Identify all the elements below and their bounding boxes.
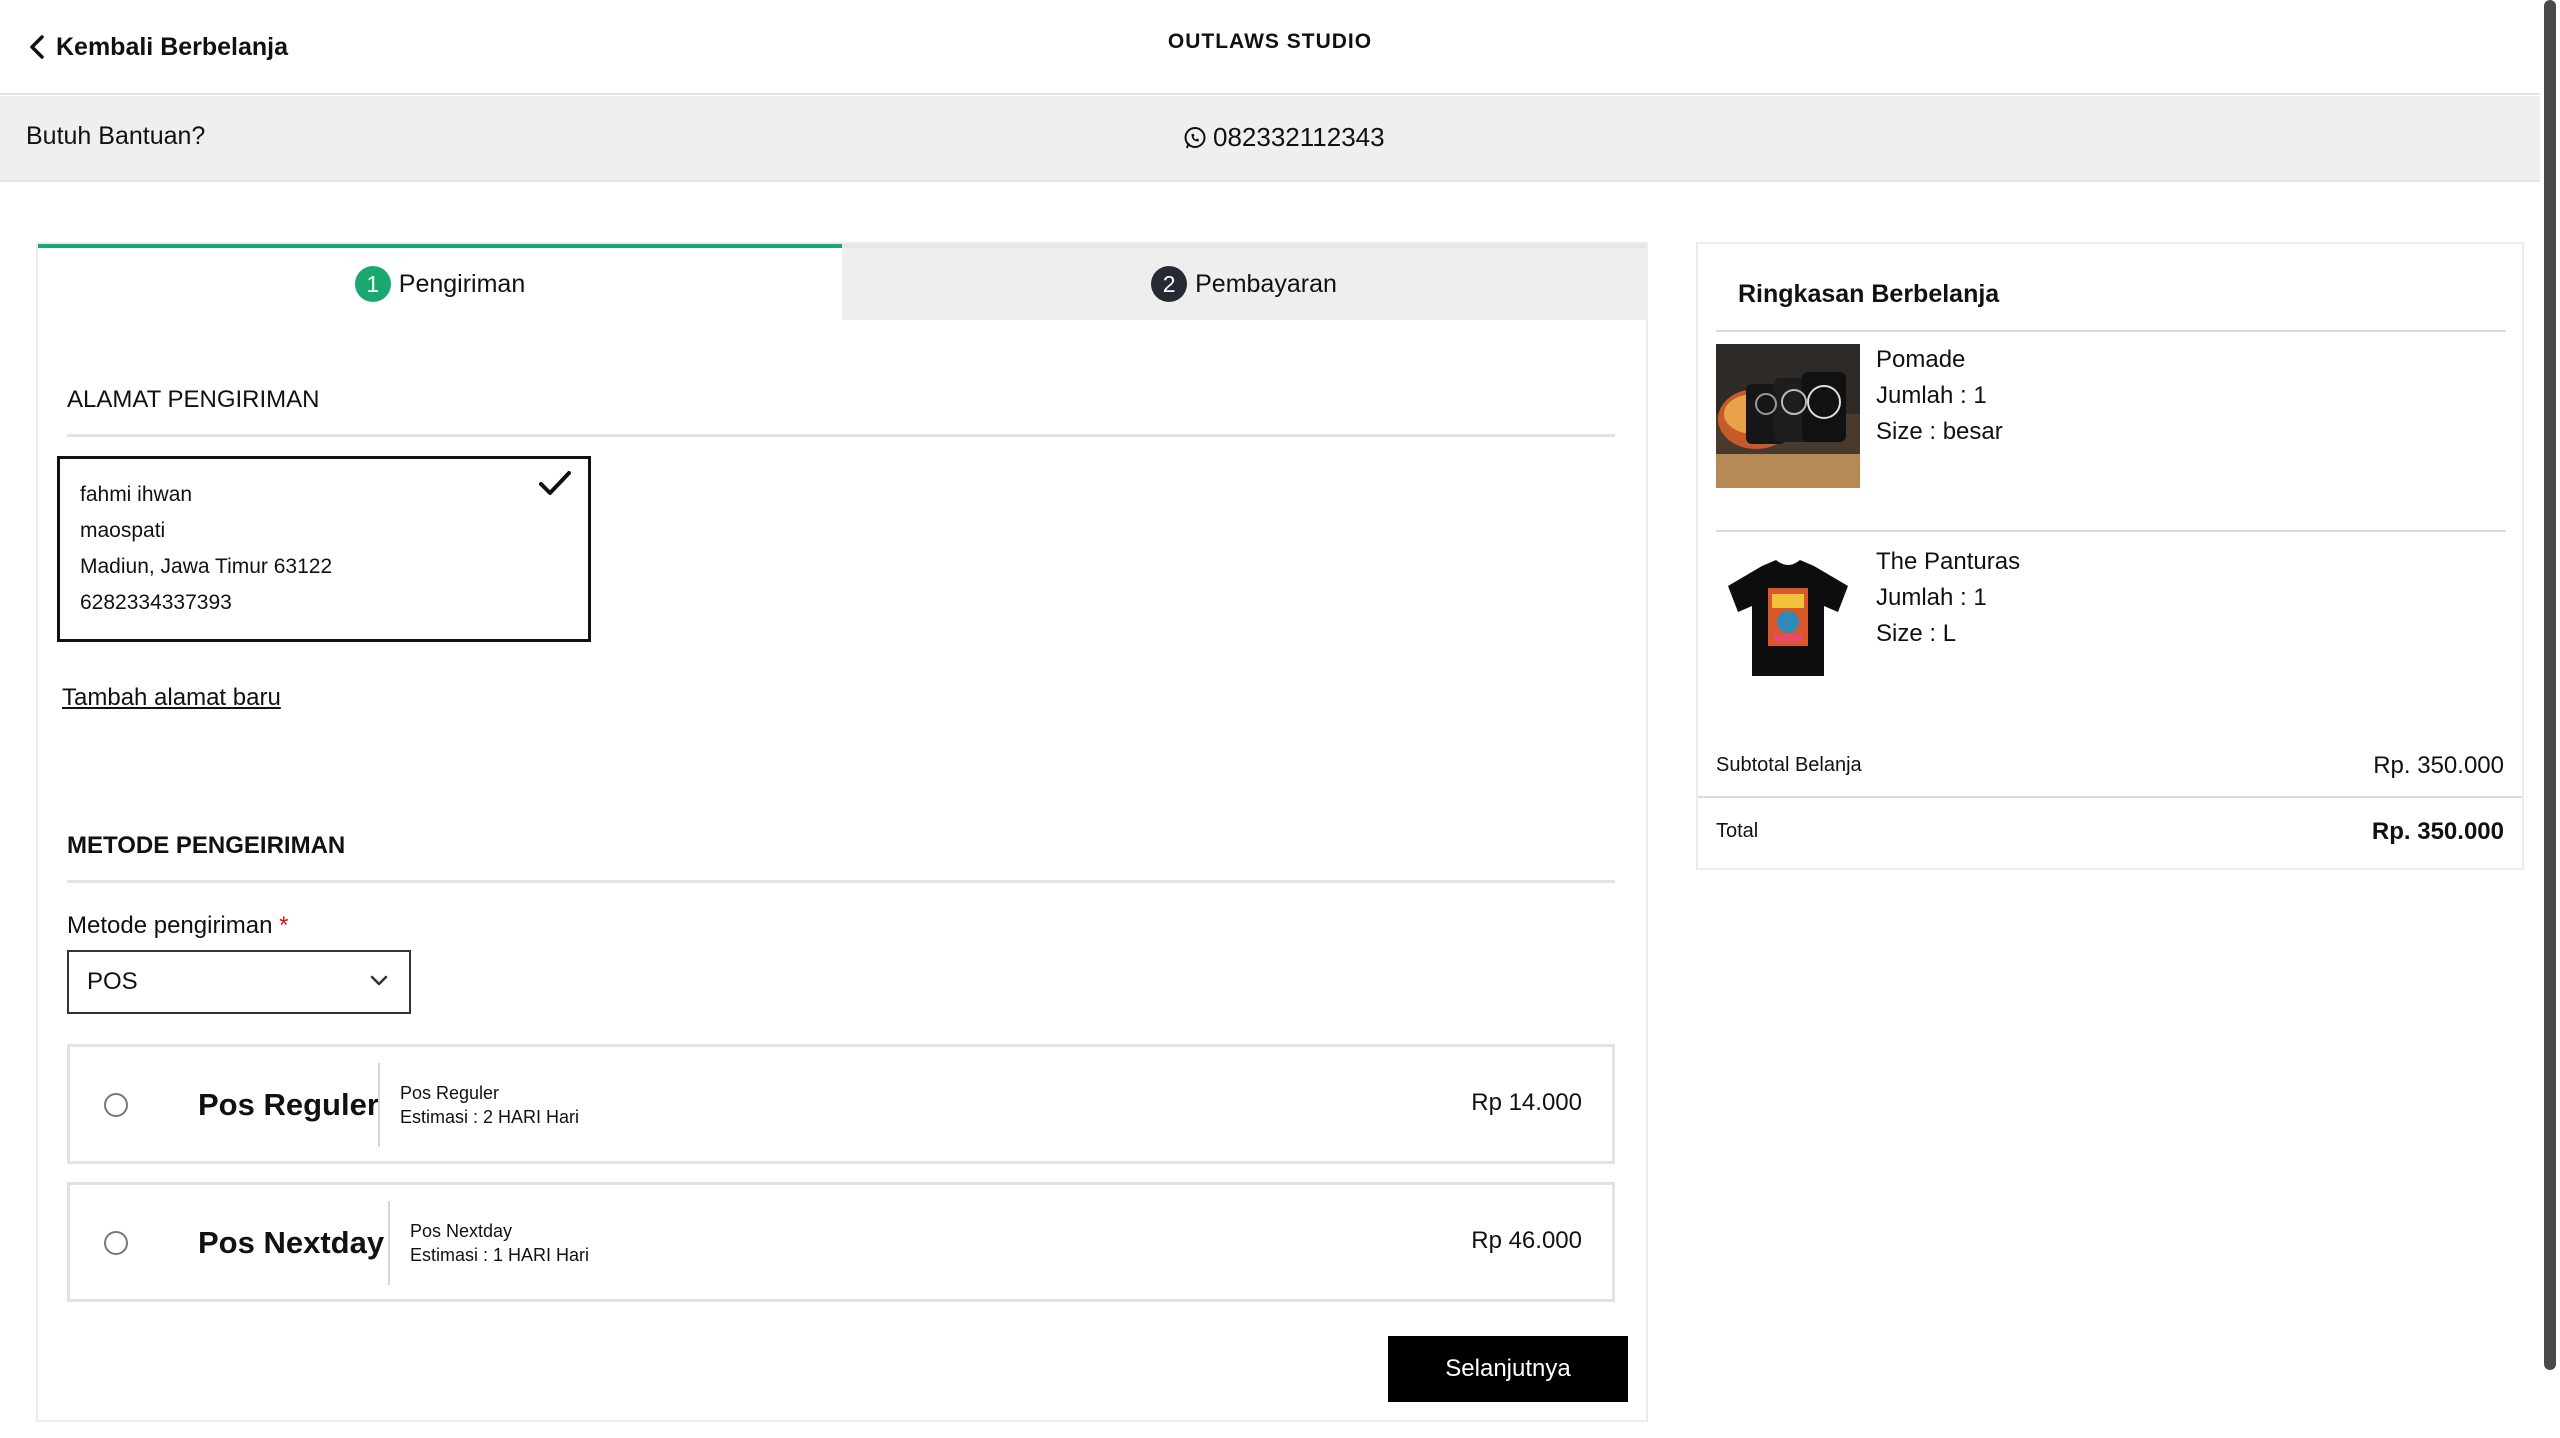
divider <box>67 880 1615 883</box>
summary-item-the-panturas: The Panturas Jumlah : 1 Size : L <box>1876 544 2020 652</box>
checkout-form-panel: 1 Pengiriman 2 Pembayaran ALAMAT PENGIRI… <box>36 242 1648 1422</box>
tshirt-image <box>1716 548 1860 692</box>
top-header: Kembali Berbelanja OUTLAWS STUDIO <box>0 0 2540 95</box>
divider <box>67 434 1615 437</box>
whatsapp-icon <box>1184 126 1206 148</box>
item-name: The Panturas <box>1876 548 2021 575</box>
option-details: Pos Reguler Estimasi : 2 HARI Hari <box>400 1081 579 1129</box>
option-price: Rp 46.000 <box>1471 1227 1582 1254</box>
field-label-text: Metode pengiriman <box>67 912 273 939</box>
option-service: Pos Nextday <box>410 1221 513 1241</box>
help-phone-number: 082332112343 <box>1213 122 1385 152</box>
scrollbar-thumb[interactable] <box>2544 0 2556 1370</box>
checkmark-icon <box>539 471 571 495</box>
divider <box>1716 530 2506 532</box>
summary-title: Ringkasan Berbelanja <box>1738 280 2000 308</box>
option-service: Pos Reguler <box>400 1083 500 1103</box>
select-value: POS <box>87 968 138 995</box>
shipping-option-radio[interactable] <box>104 1093 128 1117</box>
chevron-down-icon <box>370 975 388 986</box>
option-price: Rp 14.000 <box>1471 1089 1582 1116</box>
checkout-steps: 1 Pengiriman 2 Pembayaran <box>38 244 1646 320</box>
total-label: Total <box>1716 820 1759 842</box>
item-size: Size : L <box>1876 620 1957 647</box>
add-new-address-link[interactable]: Tambah alamat baru <box>62 684 281 712</box>
shipping-option-pos-nextday[interactable]: Pos Nextday Pos Nextday Estimasi : 1 HAR… <box>67 1182 1615 1302</box>
help-phone-link[interactable]: 082332112343 <box>1183 122 1385 153</box>
item-name: Pomade <box>1876 346 1966 373</box>
address-city: Madiun, Jawa Timur 63122 <box>80 555 333 578</box>
tab-label: Pembayaran <box>1195 269 1337 298</box>
tab-label: Pengiriman <box>398 269 526 298</box>
pomade-image <box>1716 344 1860 488</box>
required-mark: * <box>279 912 289 939</box>
option-estimate: Estimasi : 1 HARI Hari <box>410 1245 590 1265</box>
option-separator <box>378 1063 380 1147</box>
shipping-option-pos-reguler[interactable]: Pos Reguler Pos Reguler Estimasi : 2 HAR… <box>67 1044 1615 1164</box>
item-qty: Jumlah : 1 <box>1876 382 1987 409</box>
item-size: Size : besar <box>1876 418 2003 445</box>
option-name: Pos Reguler <box>198 1087 379 1122</box>
divider <box>1698 796 2522 798</box>
tab-pembayaran[interactable]: 2 Pembayaran <box>842 244 1646 320</box>
option-name: Pos Nextday <box>198 1225 385 1260</box>
checkout-page: Kembali Berbelanja OUTLAWS STUDIO Butuh … <box>0 0 2560 1438</box>
selected-address-card[interactable]: fahmi ihwan maospati Madiun, Jawa Timur … <box>57 456 591 642</box>
product-image-the-panturas <box>1716 548 1860 692</box>
next-button[interactable]: Selanjutnya <box>1388 1336 1628 1402</box>
summary-item-pomade: Pomade Jumlah : 1 Size : besar <box>1876 342 2003 450</box>
shipping-method-select[interactable]: POS <box>67 950 411 1014</box>
address-street: maospati <box>80 519 166 542</box>
address-recipient: fahmi ihwan <box>80 483 193 506</box>
divider <box>1716 330 2506 332</box>
step-number-badge: 1 <box>354 266 391 302</box>
shipping-section-title: METODE PENGEIRIMAN <box>67 832 346 859</box>
item-qty: Jumlah : 1 <box>1876 584 1987 611</box>
help-bar: Butuh Bantuan? 082332112343 <box>0 96 2540 182</box>
total-value: Rp. 350.000 <box>2371 818 2504 845</box>
tab-pengiriman[interactable]: 1 Pengiriman <box>38 244 842 320</box>
product-image-pomade <box>1716 344 1860 488</box>
subtotal-value: Rp. 350.000 <box>2373 752 2504 779</box>
address-phone: 6282334337393 <box>80 591 232 614</box>
step-number-badge: 2 <box>1151 266 1188 302</box>
subtotal-label: Subtotal Belanja <box>1716 754 1862 776</box>
option-separator <box>388 1201 390 1285</box>
shipping-option-radio[interactable] <box>104 1231 128 1255</box>
address-section-title: ALAMAT PENGIRIMAN <box>67 386 320 413</box>
order-summary-panel: Ringkasan Berbelanja Pomade Jumlah : 1 S… <box>1696 242 2524 870</box>
option-details: Pos Nextday Estimasi : 1 HARI Hari <box>410 1219 589 1267</box>
shipping-method-label: Metode pengiriman * <box>67 912 288 940</box>
store-name: OUTLAWS STUDIO <box>1167 30 1373 53</box>
option-estimate: Estimasi : 2 HARI Hari <box>400 1107 580 1127</box>
help-text: Butuh Bantuan? <box>26 122 206 150</box>
